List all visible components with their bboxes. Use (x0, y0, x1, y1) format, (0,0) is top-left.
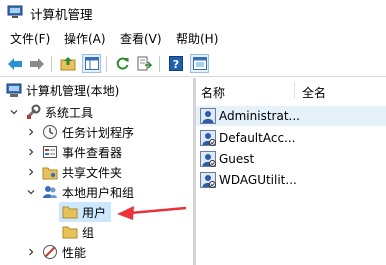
user-name: WDAGUtilit... (219, 173, 297, 187)
tree-item-users[interactable]: 用户 (59, 202, 111, 222)
app-icon (7, 5, 23, 18)
list-item[interactable]: DefaultAcc... (196, 128, 386, 148)
menu-action[interactable]: 操作(A) (64, 30, 106, 47)
details-pane: 名称 全名 Administrat... DefaultAcc... Guest… (196, 78, 386, 265)
tree-label: 事件查看器 (62, 145, 123, 160)
user-name: Guest (219, 152, 255, 166)
refresh-icon (116, 57, 129, 70)
menu-file[interactable]: 文件(F) (10, 30, 50, 47)
tree-item-shared-folders[interactable]: 共享文件夹 (25, 162, 193, 182)
back-button[interactable] (5, 54, 24, 73)
up-one-level-button[interactable] (58, 54, 77, 73)
toolbar-separator (159, 56, 160, 72)
help-icon: ? (168, 56, 183, 71)
mmc-icon (192, 57, 207, 70)
toolbar: ? (0, 51, 386, 77)
chevron-down-icon[interactable] (8, 106, 20, 118)
window-title: 计算机管理 (30, 7, 93, 22)
export-list-button[interactable] (135, 54, 154, 73)
menu-bar: 文件(F) 操作(A) 查看(V) 帮助(H) (0, 27, 386, 49)
tree-label: 共享文件夹 (62, 165, 123, 180)
back-arrow-icon (7, 57, 22, 70)
tree-label: 任务计划程序 (62, 125, 135, 140)
show-hide-console-tree-button[interactable] (82, 54, 101, 73)
folder-icon (62, 224, 78, 240)
tree-label: 性能 (62, 245, 87, 260)
chevron-right-icon[interactable] (25, 126, 37, 138)
chevron-right-icon[interactable] (25, 166, 37, 178)
user-icon (200, 108, 216, 124)
toolbar-separator (51, 56, 52, 72)
chevron-right-icon[interactable] (25, 146, 37, 158)
list-item[interactable]: Guest (196, 149, 386, 169)
title-bar: 计算机管理 (0, 0, 386, 24)
list-item[interactable]: WDAGUtilit... (196, 170, 386, 190)
list-item[interactable]: Administrat... (196, 106, 386, 126)
user-icon (200, 151, 216, 167)
tree-item-groups[interactable]: 组 (62, 222, 122, 242)
folder-icon (62, 204, 78, 220)
tree-label: 本地用户和组 (62, 185, 135, 200)
computer-icon (6, 82, 22, 98)
tools-icon (25, 104, 41, 120)
tree-item-performance[interactable]: 性能 (25, 242, 193, 262)
console-tree: 计算机管理(本地) 系统工具 任务计划程序 事件查看器 共享文件夹 本地用户和组… (0, 78, 193, 265)
show-action-pane-button[interactable] (190, 54, 209, 73)
tree-label: 组 (82, 225, 95, 240)
help-button[interactable]: ? (166, 54, 185, 73)
column-header-name[interactable]: 名称 (201, 84, 225, 101)
chevron-down-icon[interactable] (25, 186, 37, 198)
refresh-button[interactable] (113, 54, 132, 73)
user-icon (200, 130, 216, 146)
tree-label: 用户 (82, 205, 107, 220)
column-header-full-name[interactable]: 全名 (302, 84, 326, 101)
tree-item-system-tools[interactable]: 系统工具 (8, 102, 193, 122)
users-group-icon (42, 184, 58, 200)
forward-arrow-icon (29, 57, 44, 70)
svg-text:?: ? (172, 58, 178, 71)
clock-icon (42, 124, 58, 140)
chevron-right-icon[interactable] (25, 246, 37, 258)
forward-button[interactable] (27, 54, 46, 73)
user-icon (200, 172, 216, 188)
toolbar-separator (106, 56, 107, 72)
performance-icon (42, 244, 58, 260)
tree-item-task-scheduler[interactable]: 任务计划程序 (25, 122, 193, 142)
tree-item-event-viewer[interactable]: 事件查看器 (25, 142, 193, 162)
tree-item-local-users-groups[interactable]: 本地用户和组 (25, 182, 193, 202)
column-divider[interactable] (294, 82, 295, 99)
user-name: Administrat... (219, 109, 300, 123)
up-folder-icon (60, 57, 75, 71)
menu-view[interactable]: 查看(V) (120, 30, 162, 47)
user-name: DefaultAcc... (219, 131, 296, 145)
shared-folder-icon (42, 164, 58, 180)
tree-item-computer-management[interactable]: 计算机管理(本地) (6, 80, 193, 100)
console-tree-icon (84, 57, 99, 70)
menu-help[interactable]: 帮助(H) (176, 30, 218, 47)
tree-label: 系统工具 (45, 105, 94, 120)
event-viewer-icon (42, 144, 58, 160)
tree-label: 计算机管理(本地) (26, 83, 120, 98)
export-icon (137, 56, 152, 71)
